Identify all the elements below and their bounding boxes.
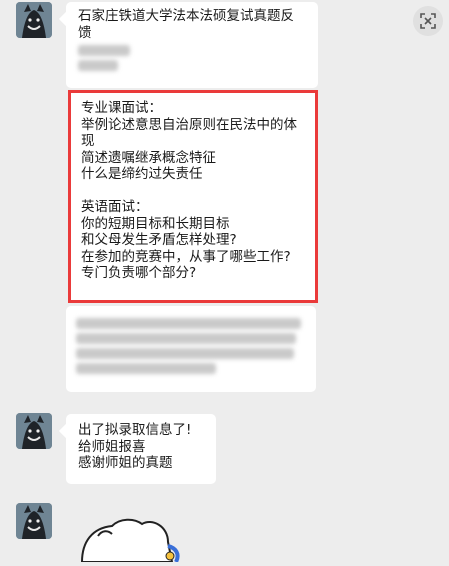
blurred-text xyxy=(76,363,216,374)
message-line: 英语面试： xyxy=(81,199,149,215)
message-bubble[interactable]: 出了拟录取信息了! 给师姐报喜 感谢师姐的真题 xyxy=(58,414,216,484)
highlighted-message-bubble[interactable]: 专业课面试： 举例论述意思自治原则在民法中的体 现 简述遗嘱继承概念特征 什么是… xyxy=(68,90,318,303)
avatar[interactable] xyxy=(16,503,52,539)
message-line: 给师姐报喜 xyxy=(78,438,146,455)
avatar[interactable] xyxy=(16,2,52,38)
message-line: 简述遗嘱继承概念特征 xyxy=(81,149,216,166)
blurred-text xyxy=(76,318,301,329)
avatar[interactable] xyxy=(16,413,52,449)
message-line: 现 xyxy=(81,133,95,149)
sticker[interactable] xyxy=(72,512,192,563)
message-line xyxy=(81,183,305,200)
message-line: 在参加的竞赛中，从事了哪些工作? xyxy=(81,248,291,265)
avatar-image xyxy=(16,413,52,449)
scan-text-button[interactable] xyxy=(413,6,443,36)
message-line: 专门负责哪个部分? xyxy=(81,265,197,281)
message-line: 专业课面试： xyxy=(81,100,162,116)
message-line: 馈 xyxy=(78,24,92,41)
message-bubble[interactable]: 石家庄铁道大学法本法硕复试真题反 馈 xyxy=(58,2,318,88)
message-line: 出了拟录取信息了! xyxy=(78,422,192,438)
blurred-text xyxy=(78,60,118,71)
message-line: 什么是缔约过失责任 xyxy=(81,166,203,182)
message-line: 石家庄铁道大学法本法硕复试真题反 xyxy=(78,8,294,24)
message-line: 举例论述意思自治原则在民法中的体 xyxy=(81,116,297,133)
blurred-text xyxy=(76,333,296,344)
scan-text-icon xyxy=(420,13,436,29)
avatar-image xyxy=(16,503,52,539)
sticker-image xyxy=(80,518,180,563)
blurred-message-bubble[interactable] xyxy=(66,306,316,392)
message-line: 感谢师姐的真题 xyxy=(78,455,173,471)
message-line: 和父母发生矛盾怎样处理? xyxy=(81,232,237,248)
blurred-text xyxy=(78,45,130,56)
avatar-image xyxy=(16,2,52,38)
message-line: 你的短期目标和长期目标 xyxy=(81,215,230,232)
blurred-text xyxy=(76,348,294,359)
